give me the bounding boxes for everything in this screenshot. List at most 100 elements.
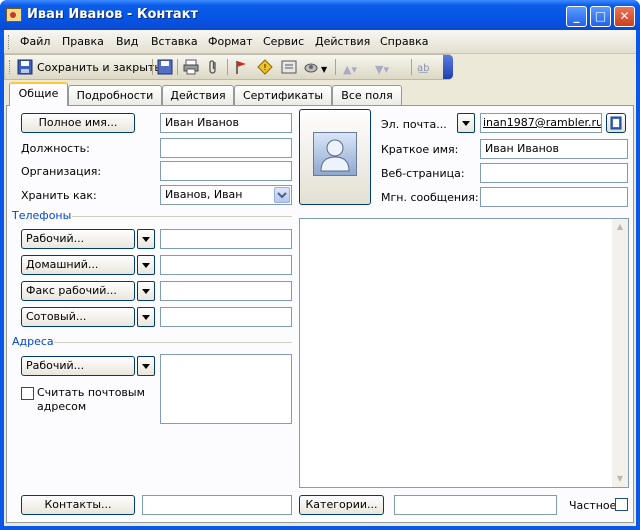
- menu-edit[interactable]: Правка: [62, 35, 104, 48]
- phone-home-field[interactable]: [160, 255, 292, 275]
- address-section-divider: [54, 342, 292, 343]
- notes-scrollbar[interactable]: ▲ ▼: [612, 219, 628, 487]
- tab-general[interactable]: Общие: [9, 82, 68, 106]
- menu-tools[interactable]: Сервис: [263, 35, 304, 48]
- contact-card-icon: [6, 8, 22, 22]
- maximize-button[interactable]: □: [590, 6, 611, 27]
- toolbar-separator: [227, 59, 228, 75]
- previous-item-icon[interactable]: ▲▾: [343, 60, 357, 78]
- email-field[interactable]: inan1987@rambler.ru: [480, 113, 602, 133]
- address-business-button[interactable]: Рабочий...: [21, 356, 135, 376]
- phone-business-dropdown[interactable]: [137, 229, 155, 249]
- phone-business-button[interactable]: Рабочий...: [21, 229, 135, 249]
- call-icon[interactable]: [303, 59, 319, 75]
- person-icon: [313, 132, 357, 176]
- call-dropdown-icon[interactable]: ▼: [321, 60, 327, 78]
- phone-fax-field[interactable]: [160, 281, 292, 301]
- contacts-button[interactable]: Контакты...: [21, 495, 135, 515]
- file-as-value: Иванов, Иван: [165, 188, 243, 201]
- menu-help[interactable]: Справка: [380, 35, 428, 48]
- save-close-label: Сохранить и закрыть: [37, 60, 161, 74]
- organization-label: Организация:: [21, 165, 102, 178]
- phone-home-button[interactable]: Домашний...: [21, 255, 135, 275]
- toolbar-separator: [335, 59, 336, 75]
- toolbar-options-icon[interactable]: [443, 55, 453, 79]
- categories-button[interactable]: Категории...: [299, 495, 384, 515]
- full-name-button[interactable]: Полное имя...: [21, 113, 135, 133]
- chevron-down-icon[interactable]: [274, 187, 290, 203]
- private-checkbox[interactable]: [615, 498, 628, 511]
- phone-mobile-button[interactable]: Сотовый...: [21, 307, 135, 327]
- notes-area[interactable]: ▲ ▼: [299, 218, 629, 488]
- address-book-icon[interactable]: [606, 113, 626, 133]
- print-icon[interactable]: [183, 59, 199, 75]
- tab-all-fields[interactable]: Все поля: [332, 85, 402, 105]
- address-type-dropdown[interactable]: [137, 356, 155, 376]
- menu-insert[interactable]: Вставка: [151, 35, 198, 48]
- contacts-field[interactable]: [142, 495, 292, 515]
- next-item-icon[interactable]: ▼▾: [375, 60, 389, 78]
- menu-actions[interactable]: Действия: [315, 35, 370, 48]
- close-button[interactable]: ✕: [614, 6, 635, 27]
- private-label: Частное: [569, 499, 617, 512]
- contact-picture-button[interactable]: [299, 109, 371, 205]
- spelling-icon[interactable]: a͟b: [417, 59, 429, 77]
- email-label[interactable]: Эл. почта...: [381, 118, 447, 131]
- phone-fax-button[interactable]: Факс рабочий...: [21, 281, 135, 301]
- standard-toolbar: Сохранить и закрыть ! ▼ ▲▾ ▼▾ a͟b: [4, 54, 453, 80]
- scroll-up-icon[interactable]: ▲: [612, 219, 628, 235]
- address-field[interactable]: [160, 354, 292, 424]
- mailing-address-label-line1: Считать почтовым: [37, 386, 145, 399]
- file-as-select[interactable]: Иванов, Иван: [160, 185, 292, 205]
- phone-home-dropdown[interactable]: [137, 255, 155, 275]
- phone-fax-dropdown[interactable]: [137, 281, 155, 301]
- mailing-address-label-line2: адресом: [37, 400, 87, 413]
- file-as-label: Хранить как:: [21, 189, 97, 202]
- email-value[interactable]: inan1987@rambler.ru: [483, 116, 601, 129]
- display-as-label: Краткое имя:: [381, 143, 459, 156]
- tab-actions[interactable]: Действия: [162, 85, 234, 105]
- toolbar-grip-icon[interactable]: [9, 60, 12, 74]
- tab-certificates[interactable]: Сертификаты: [234, 85, 332, 105]
- display-as-field[interactable]: Иван Иванов: [480, 139, 628, 159]
- phone-mobile-field[interactable]: [160, 307, 292, 327]
- toolbar-separator: [177, 59, 178, 75]
- im-address-label: Мгн. сообщения:: [381, 191, 479, 204]
- scroll-down-icon[interactable]: ▼: [612, 471, 628, 487]
- menu-format[interactable]: Формат: [208, 35, 253, 48]
- email-dropdown[interactable]: [457, 113, 475, 133]
- full-name-field[interactable]: Иван Иванов: [160, 113, 292, 133]
- save-icon: [17, 59, 33, 75]
- flag-icon[interactable]: [233, 59, 249, 75]
- web-page-field[interactable]: [480, 163, 628, 183]
- svg-text:!: !: [263, 63, 266, 72]
- phone-business-field[interactable]: [160, 229, 292, 249]
- menu-bar: Файл Правка Вид Вставка Формат Сервис Де…: [4, 30, 636, 54]
- toolbar-separator: [152, 59, 153, 75]
- position-field[interactable]: [160, 138, 292, 158]
- categories-field[interactable]: [394, 495, 557, 515]
- mailing-address-checkbox[interactable]: [21, 387, 34, 400]
- phones-section-title: Телефоны: [12, 209, 72, 222]
- phone-mobile-dropdown[interactable]: [137, 307, 155, 327]
- save-icon[interactable]: [157, 59, 173, 75]
- organization-field[interactable]: [160, 161, 292, 181]
- menu-view[interactable]: Вид: [116, 35, 138, 48]
- contact-window: Иван Иванов - Контакт _ □ ✕ Файл Правка …: [0, 0, 640, 530]
- title-bar[interactable]: Иван Иванов - Контакт _ □ ✕: [0, 0, 640, 30]
- im-address-field[interactable]: [480, 187, 628, 207]
- window-title: Иван Иванов - Контакт: [27, 7, 199, 22]
- position-label: Должность:: [21, 142, 90, 155]
- follow-up-icon[interactable]: !: [257, 59, 273, 75]
- address-section-title: Адреса: [12, 335, 54, 348]
- window-client: Файл Правка Вид Вставка Формат Сервис Де…: [4, 30, 636, 526]
- save-close-button[interactable]: Сохранить и закрыть: [17, 58, 161, 76]
- tab-details[interactable]: Подробности: [68, 85, 162, 105]
- menu-grip-icon[interactable]: [8, 35, 11, 49]
- toolbar-separator: [411, 59, 412, 75]
- address-card-icon[interactable]: [281, 59, 297, 75]
- phones-section-divider: [72, 216, 292, 217]
- minimize-button[interactable]: _: [566, 6, 587, 27]
- menu-file[interactable]: Файл: [20, 35, 50, 48]
- attach-icon[interactable]: [205, 59, 221, 75]
